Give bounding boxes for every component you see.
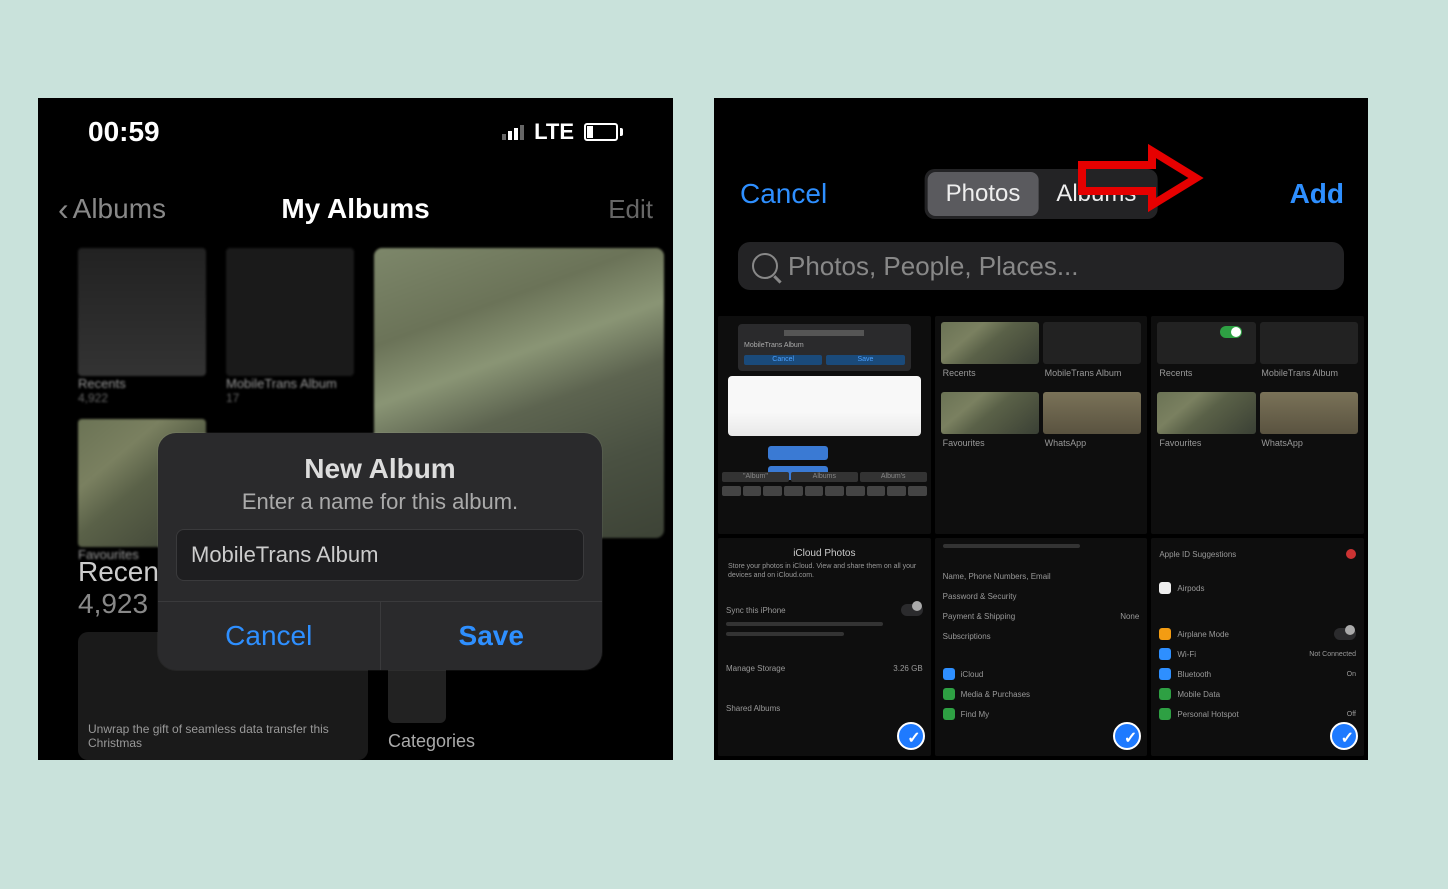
status-indicators: LTE (502, 119, 623, 145)
mini-cancel: Cancel (744, 355, 822, 365)
toggle-icon (901, 604, 923, 616)
categories-label: Categories (388, 731, 548, 752)
battery-icon (584, 123, 623, 141)
album-count: 17 (226, 391, 354, 405)
photo-picker-grid: MobileTrans Album Cancel Save "Album"Alb… (714, 312, 1368, 760)
network-label: LTE (534, 119, 574, 145)
album-label: Recents (78, 376, 206, 391)
photo-cell-selected[interactable]: Name, Phone Numbers, Email Password & Se… (935, 538, 1148, 756)
status-bar: 00:59 LTE (38, 98, 673, 166)
nav-title: My Albums (38, 193, 673, 225)
photo-cell-selected[interactable]: Apple ID Suggestions Airpods Airplane Mo… (1151, 538, 1364, 756)
album-label: MobileTrans Album (226, 376, 354, 391)
dialog-title: New Album (176, 453, 584, 485)
annotation-arrow-icon (1074, 143, 1204, 213)
add-button[interactable]: Add (1290, 178, 1344, 210)
album-thumb-recents[interactable] (78, 248, 206, 376)
promo-text: Unwrap the gift of seamless data transfe… (88, 722, 358, 750)
status-time: 00:59 (88, 116, 160, 148)
search-placeholder: Photos, People, Places... (788, 251, 1079, 282)
signal-icon (502, 125, 524, 140)
toggle-icon (1334, 628, 1356, 640)
phone-screenshot-left: 00:59 LTE ‹ Albums My Albums Edit Recent… (38, 98, 673, 760)
cancel-button[interactable]: Cancel (740, 178, 827, 210)
search-icon (752, 253, 778, 279)
picker-nav: Cancel Photos Albums Add (714, 166, 1368, 222)
album-count: 4,922 (78, 391, 206, 405)
photo-cell[interactable]: Recents MobileTrans Album Favourites Wha… (935, 316, 1148, 534)
new-album-dialog: New Album Enter a name for this album. C… (158, 433, 602, 670)
photo-cell[interactable]: Recents MobileTrans Album Favourites Wha… (1151, 316, 1364, 534)
phone-screenshot-right: Cancel Photos Albums Add Photos, People,… (714, 98, 1368, 760)
dialog-subtitle: Enter a name for this album. (176, 489, 584, 515)
search-field[interactable]: Photos, People, Places... (738, 242, 1344, 290)
segment-photos[interactable]: Photos (928, 172, 1039, 216)
photo-cell[interactable]: MobileTrans Album Cancel Save "Album"Alb… (718, 316, 931, 534)
mini-dialog-title (784, 330, 864, 336)
nav-bar: ‹ Albums My Albums Edit (38, 186, 673, 232)
photo-cell-selected[interactable]: iCloud Photos Store your photos in iClou… (718, 538, 931, 756)
cancel-button[interactable]: Cancel (158, 602, 380, 670)
album-thumb-mobiletrans[interactable] (226, 248, 354, 376)
mini-save: Save (826, 355, 904, 365)
album-name-input[interactable] (176, 529, 584, 581)
save-button[interactable]: Save (380, 602, 603, 670)
